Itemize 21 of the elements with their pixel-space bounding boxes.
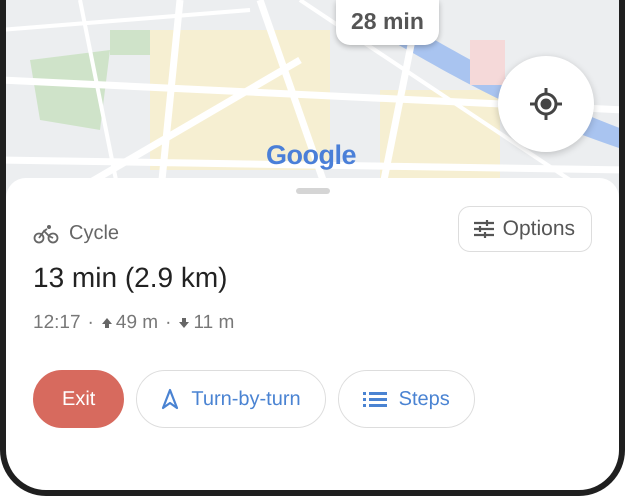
ascent-value: 49 m [116, 312, 158, 334]
list-icon [362, 391, 387, 407]
exit-button[interactable]: Exit [33, 370, 124, 428]
route-time-label: 28 min [336, 0, 439, 45]
sliders-icon [472, 219, 495, 239]
separator-dot: · [88, 312, 94, 334]
bicycle-icon [33, 224, 59, 244]
turn-by-turn-button[interactable]: Turn-by-turn [136, 370, 326, 428]
route-summary: 13 min (2.9 km) [33, 262, 228, 294]
separator-dot: · [165, 312, 172, 334]
descent-value: 11 m [193, 312, 234, 334]
options-button[interactable]: Options [458, 206, 592, 252]
arrival-time: 12:17 [33, 312, 81, 334]
up-arrow-icon [100, 317, 113, 329]
down-arrow-icon [178, 317, 190, 329]
travel-mode-label: Cycle [69, 222, 120, 245]
steps-button[interactable]: Steps [338, 370, 475, 428]
navigation-arrow-icon [161, 388, 180, 410]
crosshair-icon [528, 86, 564, 122]
map-logo: Google [266, 140, 356, 171]
drag-handle[interactable] [296, 188, 330, 194]
